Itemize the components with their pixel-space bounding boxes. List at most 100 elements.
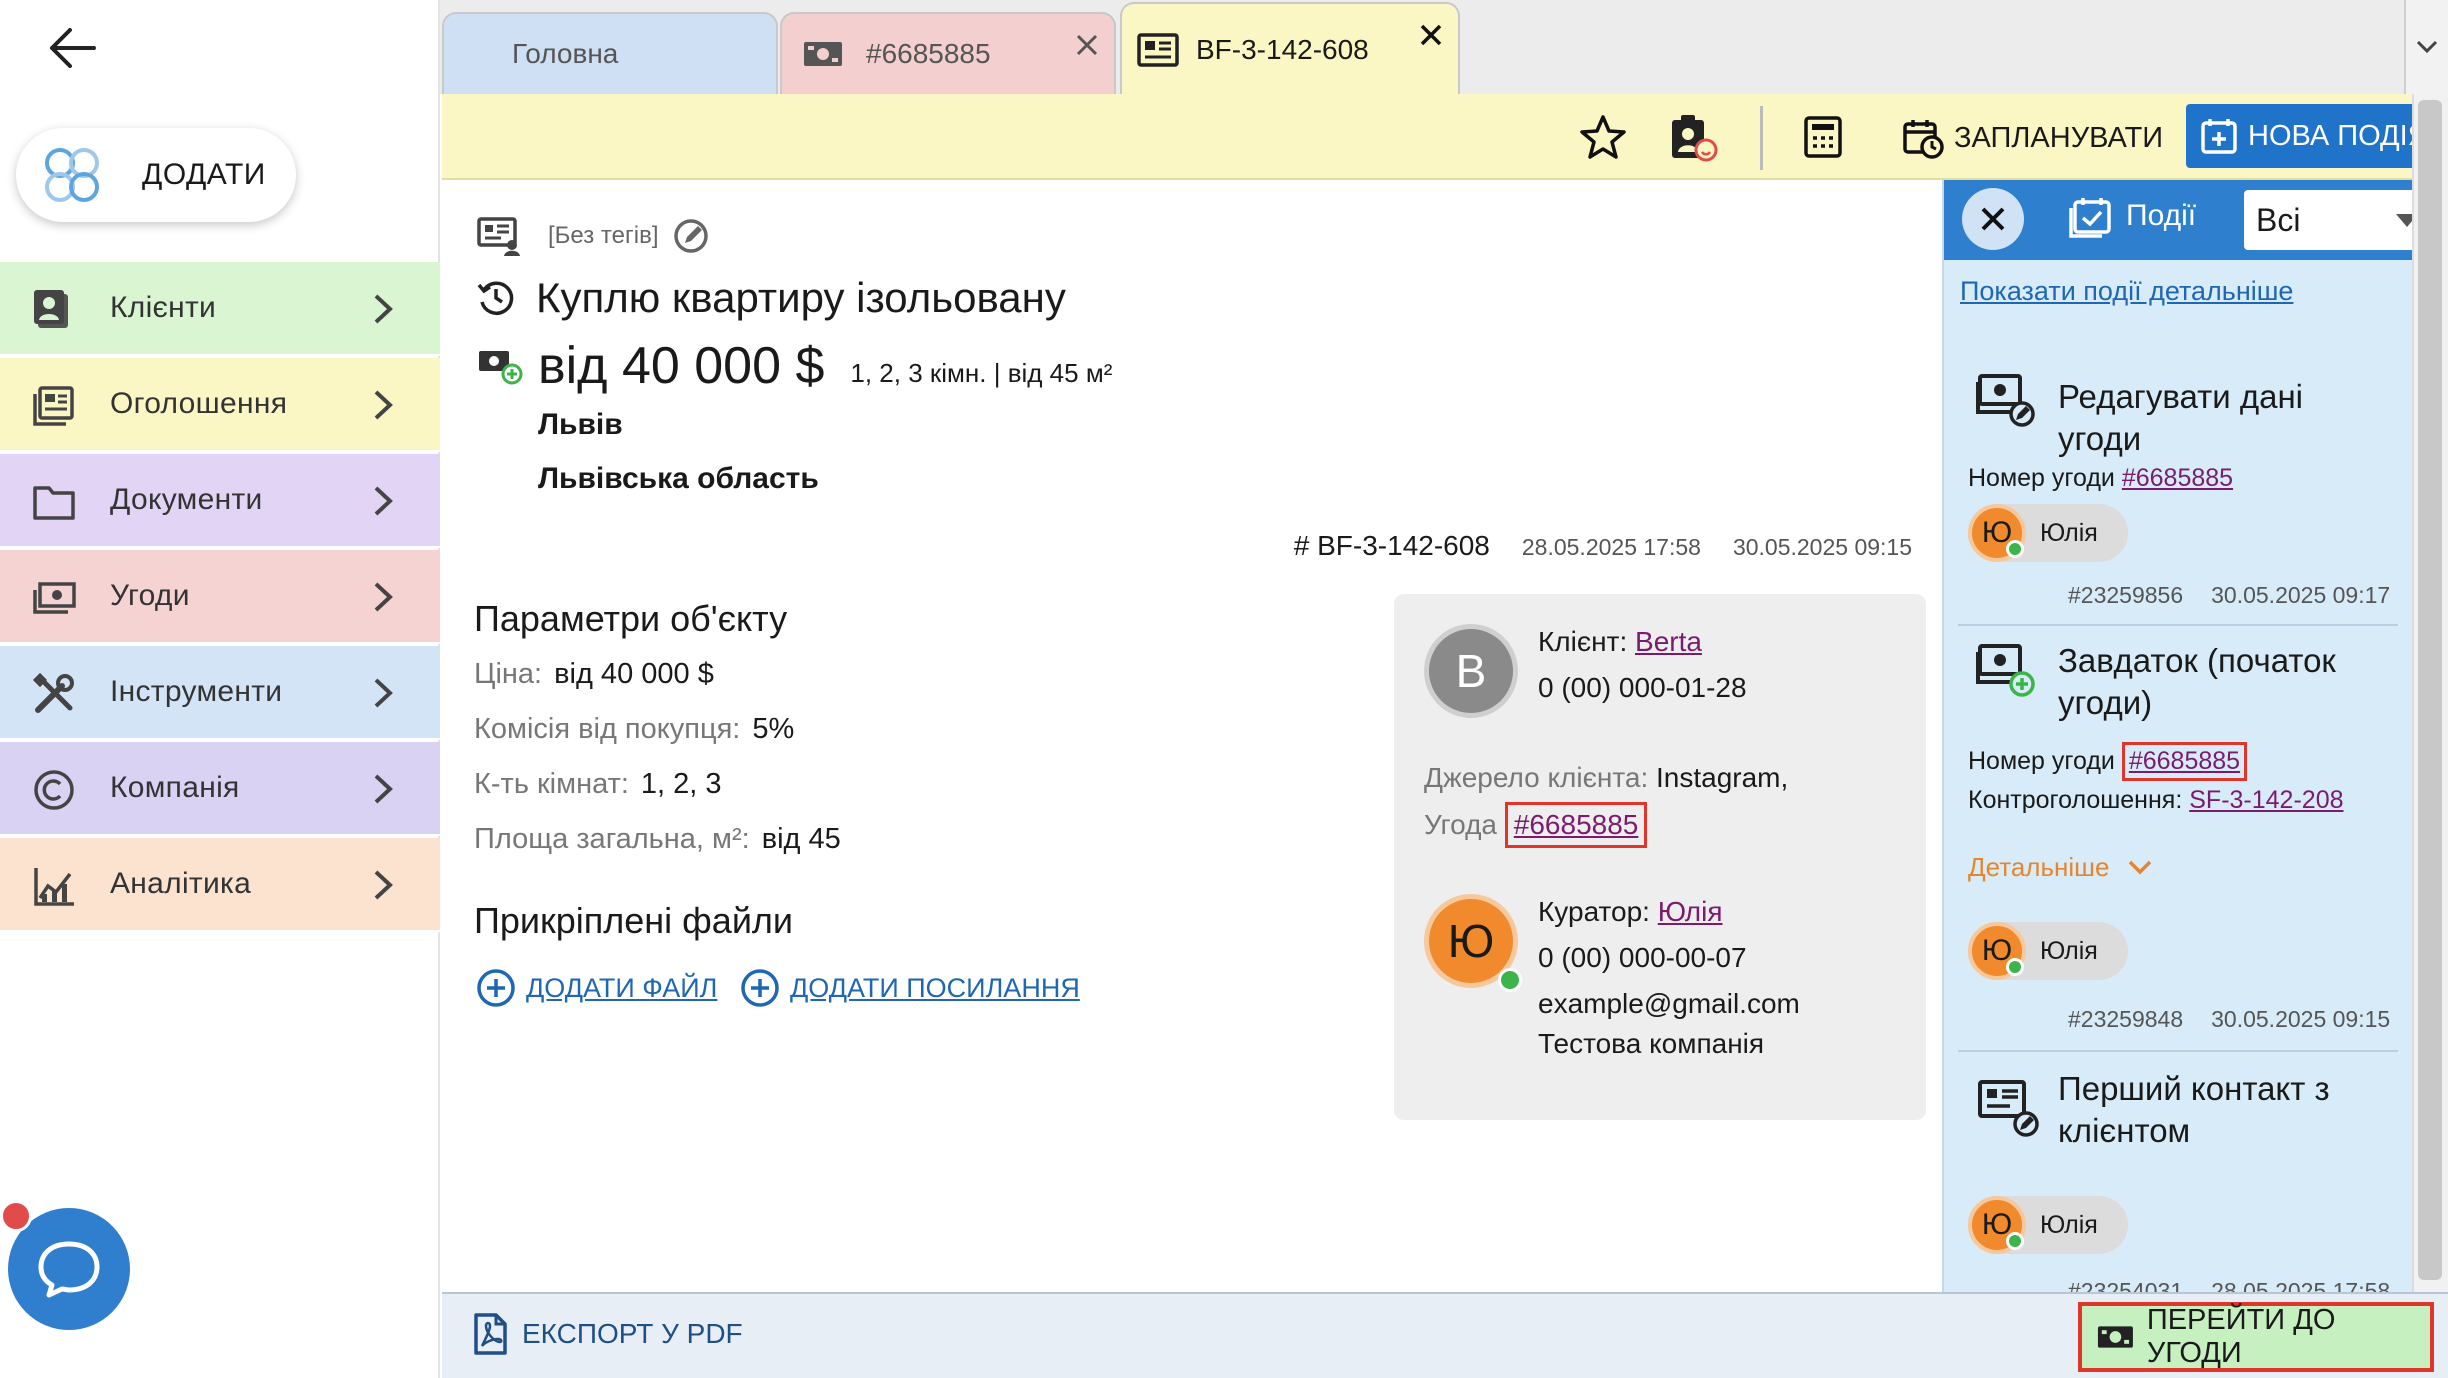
deal-link[interactable]: #6685885 [1514, 809, 1639, 840]
scrollbar-thumb[interactable] [2418, 100, 2442, 1280]
online-status-dot [1498, 968, 1522, 992]
chevron-right-icon [374, 582, 393, 612]
close-icon [1981, 207, 2005, 231]
events-filter-select[interactable]: Всі [2244, 190, 2440, 250]
source-value: Instagram, [1656, 762, 1789, 793]
star-icon[interactable] [1578, 112, 1628, 162]
events-panel: Події Всі Показати події детальніше Реда… [1942, 180, 2440, 1304]
back-arrow-icon[interactable] [46, 24, 98, 72]
chevron-right-icon [374, 486, 393, 516]
chevron-down-icon [2129, 860, 2152, 874]
sidebar-item-deals[interactable]: Угоди [0, 550, 440, 644]
go-to-deal-label: ПЕРЕЙТИ ДО УГОДИ [2146, 1304, 2336, 1369]
sidebar-item-documents[interactable]: Документи [0, 454, 440, 548]
notification-dot [0, 1200, 32, 1232]
chevron-right-icon [374, 294, 393, 324]
client-avatar[interactable]: B [1424, 624, 1518, 718]
sidebar: ДОДАТИ Клієнти Оголошення Документи Угод… [0, 0, 440, 1378]
money-icon [33, 582, 76, 614]
listing-code: # BF-3-142-608 [1293, 530, 1490, 561]
client-phone: 0 (00) 000-01-28 [1538, 672, 1747, 703]
sidebar-item-analytics[interactable]: Аналітика [0, 838, 440, 932]
money-icon [804, 42, 842, 66]
tab-home[interactable]: Головна [442, 12, 778, 94]
toolbar-divider [1760, 106, 1763, 170]
close-events-button[interactable] [1962, 188, 2024, 250]
client-row: Клієнт: Berta [1538, 626, 1702, 658]
curator-row: Куратор: Юлія [1538, 896, 1723, 928]
events-header: Події Всі [1944, 180, 2440, 260]
add-file-button[interactable]: ДОДАТИ ФАЙЛ [476, 968, 717, 1008]
show-events-detailed-link[interactable]: Показати події детальніше [1960, 276, 2293, 307]
events-tab[interactable]: Події [2068, 194, 2196, 238]
tab-deal[interactable]: #6685885 [780, 12, 1116, 94]
close-icon[interactable] [1418, 22, 1444, 48]
add-link-button[interactable]: ДОДАТИ ПОСИЛАННЯ [740, 968, 1080, 1008]
listing-meta: # BF-3-142-608 28.05.2025 17:58 30.05.20… [1294, 530, 1912, 562]
event-deal-link[interactable]: #6685885 [2122, 464, 2233, 492]
chat-bubble-icon [38, 1241, 100, 1298]
user-chip[interactable]: Ю Юлія [1968, 504, 2128, 562]
sidebar-item-clients[interactable]: Клієнти [0, 262, 440, 356]
sidebar-item-label: Інструменти [110, 675, 283, 708]
schedule-button-label: ЗАПЛАНУВАТИ [1954, 121, 2164, 154]
deal-label: Угода [1424, 809, 1497, 840]
folder-icon [33, 486, 75, 520]
param-value: 5% [752, 713, 795, 745]
param-row: Комісія від покупця: 5% [474, 713, 794, 746]
user-chip[interactable]: Ю Юлія [1968, 1196, 2128, 1254]
add-logo-icon [45, 148, 99, 202]
plus-circle-icon [477, 969, 515, 1007]
curator-link[interactable]: Юлія [1658, 896, 1723, 927]
add-button-label: ДОДАТИ [142, 158, 266, 191]
event-contract-link[interactable]: SF-3-142-208 [2189, 786, 2343, 814]
tags-label: [Без тегів] [548, 222, 659, 249]
client-card: B Клієнт: Berta 0 (00) 000-01-28 Джерело… [1394, 594, 1926, 1120]
price-row: від 40 000 $ 1, 2, 3 кімн. | від 45 м² [476, 336, 1112, 396]
deal-link-highlight: #6685885 [2121, 742, 2248, 781]
sidebar-item-listings[interactable]: Оголошення [0, 358, 440, 452]
user-name: Юлія [2040, 936, 2098, 965]
tabs-dropdown[interactable] [2404, 0, 2448, 94]
sidebar-item-tools[interactable]: Інструменти [0, 646, 440, 740]
listing-region: Львівська область [538, 462, 819, 495]
export-pdf-label: ЕКСПОРТ У PDF [522, 1318, 743, 1349]
event-details-toggle[interactable]: Детальніше [1968, 852, 2153, 883]
event-title: Редагувати дані угоди [2058, 378, 2304, 457]
online-status-dot [2006, 1232, 2024, 1250]
go-to-deal-button[interactable]: ПЕРЕЙТИ ДО УГОДИ [2078, 1302, 2434, 1372]
event-deal-link[interactable]: #6685885 [2129, 747, 2240, 775]
calculator-icon[interactable] [1798, 112, 1848, 162]
event-title: Перший контакт з клієнтом [2058, 1070, 2330, 1149]
online-status-dot [2006, 540, 2024, 558]
sidebar-item-company[interactable]: Компанія [0, 742, 440, 836]
edit-icon[interactable] [672, 217, 710, 255]
user-name: Юлія [2040, 1210, 2098, 1239]
analytics-icon [34, 868, 74, 906]
event-meta: #23259848 30.05.2025 09:15 [2068, 1006, 2390, 1033]
client-link[interactable]: Berta [1635, 626, 1702, 657]
tab-label: BF-3-142-608 [1196, 34, 1369, 65]
tab-listing[interactable]: BF-3-142-608 [1120, 2, 1460, 96]
source-label: Джерело клієнта: [1424, 762, 1649, 793]
divider [1958, 1050, 2398, 1052]
param-row: К-ть кімнат: 1, 2, 3 [474, 768, 722, 801]
money-add-icon [479, 351, 523, 385]
schedule-button[interactable]: ЗАПЛАНУВАТИ [1902, 108, 2163, 168]
assign-client-icon[interactable] [1668, 112, 1718, 162]
param-value: від 40 000 $ [554, 658, 714, 690]
user-chip[interactable]: Ю Юлія [1968, 922, 2128, 980]
events-filter-value: Всі [2256, 201, 2301, 238]
new-event-button[interactable]: НОВА ПОДІЯ [2186, 104, 2440, 168]
tools-icon [32, 672, 74, 713]
footer-bar: ЕКСПОРТ У PDF ПЕРЕЙТИ ДО УГОДИ [442, 1292, 2448, 1378]
export-pdf-button[interactable]: ЕКСПОРТ У PDF [472, 1312, 743, 1356]
add-button[interactable]: ДОДАТИ [16, 128, 296, 222]
files-heading: Прикріплені файли [474, 900, 794, 941]
tab-label: Головна [512, 38, 619, 69]
event-deal-row: Номер угоди #6685885 [1968, 464, 2233, 493]
calendar-add-icon [2201, 119, 2237, 154]
close-icon[interactable] [1074, 32, 1100, 58]
deal-link-highlight: #6685885 [1504, 802, 1648, 848]
chevron-right-icon [374, 774, 393, 804]
